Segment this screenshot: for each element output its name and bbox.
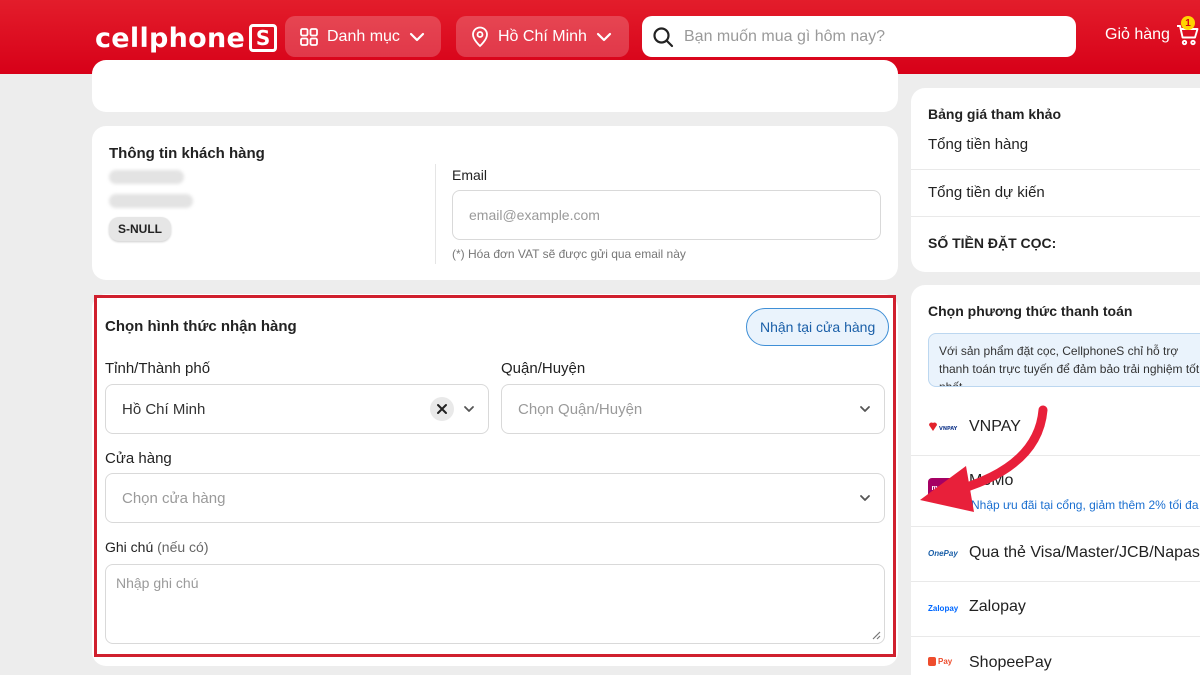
payment-name: MoMo <box>969 472 1014 489</box>
payment-name: Qua thẻ Visa/Master/JCB/Napas <box>969 544 1200 561</box>
location-label: Hồ Chí Minh <box>498 27 587 45</box>
email-label: Email <box>452 167 488 183</box>
note-label-wrap: Ghi chú (nếu có) <box>105 539 209 555</box>
payment-method-card: Chọn phương thức thanh toán Với sản phẩm… <box>911 285 1200 675</box>
svg-text:VNPAY: VNPAY <box>939 426 958 432</box>
location-select-button[interactable]: Hồ Chí Minh <box>456 16 629 57</box>
clear-icon[interactable] <box>430 397 454 421</box>
zalopay-logo: Zalopay <box>928 604 959 613</box>
cart-button[interactable]: Giỏ hàng 1 <box>1105 16 1200 46</box>
redacted-name <box>109 170 184 184</box>
district-label: Quận/Huyện <box>501 360 586 377</box>
momo-logo: momo <box>928 478 956 498</box>
note-optional: (nếu có) <box>157 539 209 555</box>
cart-count-badge: 1 <box>1181 16 1195 30</box>
province-value: Hồ Chí Minh <box>122 400 206 418</box>
category-menu-button[interactable]: Danh mục <box>285 16 441 57</box>
payment-option-shopeepay[interactable]: Pay ShopeePay <box>911 637 1200 675</box>
payment-option-zalopay[interactable]: Zalopay Zalopay <box>911 582 1200 636</box>
grid-icon <box>300 27 318 46</box>
chevron-down-icon <box>464 406 474 412</box>
chevron-down-icon <box>409 32 425 41</box>
province-label: Tỉnh/Thành phố <box>105 360 211 377</box>
payment-name: ShopeePay <box>969 654 1052 671</box>
note-textarea[interactable]: Nhập ghi chú <box>105 564 885 644</box>
note-label: Ghi chú <box>105 539 154 555</box>
shopeepay-logo-text: Pay <box>938 657 953 666</box>
chevron-down-icon <box>596 32 612 41</box>
payment-title: Chọn phương thức thanh toán <box>928 303 1133 319</box>
store-select[interactable]: Chọn cửa hàng <box>105 473 885 523</box>
customer-info-card: Thông tin khách hàng S-NULL Email email@… <box>92 126 898 280</box>
divider <box>911 169 1200 170</box>
search-bar[interactable] <box>642 16 1076 57</box>
search-icon <box>653 26 674 47</box>
deposit-label: SỐ TIỀN ĐẶT CỌC: <box>928 235 1057 251</box>
search-input[interactable] <box>684 27 1064 46</box>
payment-name: VNPAY <box>969 418 1021 435</box>
divider <box>911 216 1200 217</box>
customer-info-title: Thông tin khách hàng <box>109 145 265 162</box>
note-placeholder: Nhập ghi chú <box>116 575 199 591</box>
vnpay-logo: VNPAY <box>928 422 962 434</box>
redacted-phone <box>109 194 193 208</box>
email-hint: (*) Hóa đơn VAT sẽ được gửi qua email nà… <box>452 247 686 261</box>
logo-text: cellphone <box>95 22 246 54</box>
shopeepay-logo: Pay <box>928 657 952 666</box>
price-summary-card: Bảng giá tham khảo Tổng tiền hàng Tổng t… <box>911 88 1200 272</box>
total-goods-label: Tổng tiền hàng <box>928 136 1029 153</box>
district-select[interactable]: Chọn Quận/Huyện <box>501 384 885 434</box>
payment-option-momo[interactable]: momo MoMo Nhập ưu đãi tại cổng, giảm thê… <box>911 456 1200 526</box>
store-label: Cửa hàng <box>105 450 172 467</box>
deposit-notice: Với sản phẩm đặt cọc, CellphoneS chỉ hỗ … <box>928 333 1200 387</box>
delivery-method-card: Chọn hình thức nhận hàng Nhận tại cửa hà… <box>92 294 898 666</box>
estimated-total-label: Tổng tiền dự kiến <box>928 184 1045 201</box>
pickup-at-store-button[interactable]: Nhận tại cửa hàng <box>746 308 890 346</box>
email-field[interactable]: email@example.com <box>452 190 881 240</box>
payment-promo: Nhập ưu đãi tại cổng, giảm thêm 2% tối đ… <box>971 498 1199 512</box>
cellphones-logo[interactable]: cellphone S <box>95 18 278 58</box>
district-placeholder: Chọn Quận/Huyện <box>518 400 643 418</box>
order-items-card <box>92 60 898 112</box>
chevron-down-icon <box>860 495 870 501</box>
payment-option-vnpay[interactable]: VNPAY VNPAY <box>911 403 1200 455</box>
store-placeholder: Chọn cửa hàng <box>122 489 226 507</box>
divider <box>435 164 436 264</box>
chevron-down-icon <box>860 406 870 412</box>
logo-mark: S <box>249 24 278 52</box>
resize-handle-icon[interactable] <box>872 631 881 640</box>
province-select[interactable]: Hồ Chí Minh <box>105 384 489 434</box>
payment-name: Zalopay <box>969 598 1026 615</box>
delivery-title: Chọn hình thức nhận hàng <box>105 318 297 335</box>
category-label: Danh mục <box>327 27 400 45</box>
payment-option-card[interactable]: OnePay Qua thẻ Visa/Master/JCB/Napas <box>911 527 1200 581</box>
price-title: Bảng giá tham khảo <box>928 106 1062 122</box>
onepay-logo: OnePay <box>928 549 958 558</box>
email-placeholder: email@example.com <box>469 207 600 223</box>
location-pin-icon <box>472 26 488 47</box>
cart-label: Giỏ hàng <box>1105 26 1170 43</box>
member-rank-badge: S-NULL <box>109 217 171 241</box>
